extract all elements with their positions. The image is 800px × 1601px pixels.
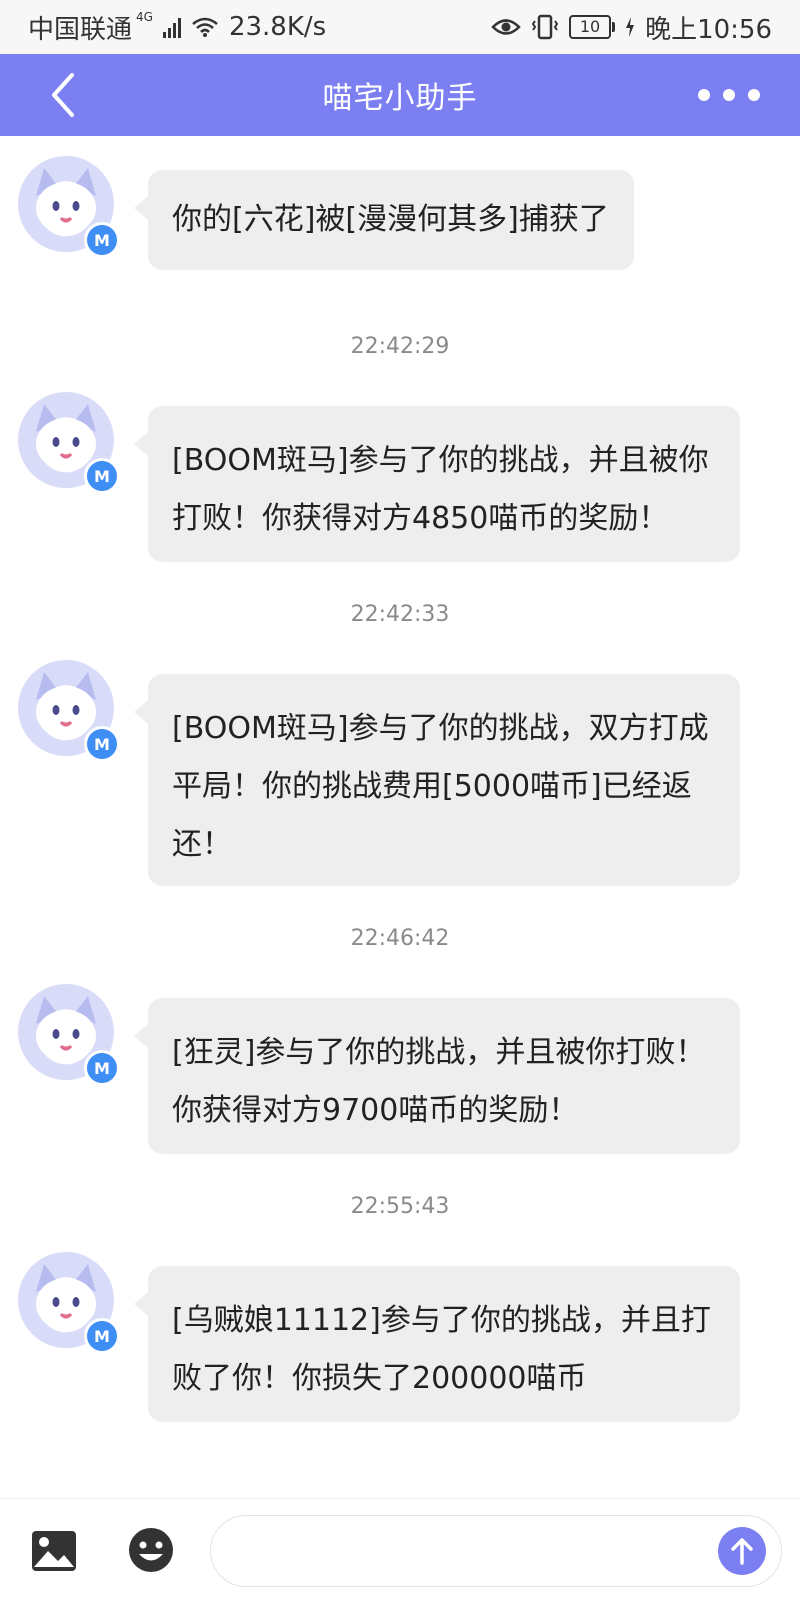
page-title: 喵宅小助手 bbox=[322, 81, 478, 116]
network-type: 4G bbox=[136, 10, 153, 24]
chat-header: 喵宅小助手 bbox=[0, 54, 800, 136]
message-bubble: [乌贼娘11112]参与了你的挑战，并且打败了你！你损失了200000喵币 bbox=[134, 1266, 740, 1422]
avatar[interactable]: M bbox=[18, 660, 120, 762]
m-badge: M bbox=[84, 458, 120, 494]
message-bubble: [狂灵]参与了你的挑战，并且被你打败！你获得对方9700喵币的奖励！ bbox=[134, 998, 740, 1154]
m-badge: M bbox=[84, 1050, 120, 1086]
status-bar: 中国联通 4G 23.8K/s 10 晚上10:56 bbox=[0, 0, 800, 54]
more-button[interactable] bbox=[698, 78, 760, 112]
message-bubble: [BOOM斑马]参与了你的挑战，并且被你打败！你获得对方4850喵币的奖励！ bbox=[134, 406, 740, 562]
avatar[interactable]: M bbox=[18, 1252, 120, 1354]
battery-icon: 10 bbox=[569, 15, 616, 39]
message-timestamp: 22:42:33 bbox=[350, 602, 450, 627]
m-badge: M bbox=[84, 1318, 120, 1354]
emoji-icon[interactable] bbox=[126, 1525, 176, 1575]
message-timestamp: 22:42:29 bbox=[350, 334, 450, 359]
avatar[interactable]: M bbox=[18, 156, 120, 258]
chat-list[interactable]: M 你的[六花]被[漫漫何其多]捕获了 22:42:29 M [BOOM斑马]参… bbox=[0, 136, 800, 1498]
message-timestamp: 22:55:43 bbox=[350, 1194, 450, 1219]
eye-icon bbox=[491, 19, 521, 35]
m-badge: M bbox=[84, 726, 120, 762]
message-bubble: 你的[六花]被[漫漫何其多]捕获了 bbox=[134, 170, 634, 270]
m-badge: M bbox=[84, 222, 120, 258]
back-button[interactable] bbox=[38, 70, 88, 120]
input-bar bbox=[0, 1498, 800, 1601]
vibrate-icon bbox=[531, 14, 559, 40]
message-timestamp: 22:46:42 bbox=[350, 926, 450, 951]
avatar[interactable]: M bbox=[18, 392, 120, 494]
signal-icon bbox=[162, 16, 181, 38]
battery-level: 10 bbox=[579, 17, 601, 36]
message-bubble: [BOOM斑马]参与了你的挑战，双方打成平局！你的挑战费用[5000喵币]已经返… bbox=[134, 674, 740, 886]
more-dots-icon bbox=[698, 89, 710, 101]
clock: 晚上10:56 bbox=[645, 14, 772, 45]
send-arrow-icon bbox=[731, 1538, 753, 1565]
carrier-name: 中国联通 bbox=[28, 14, 133, 45]
message-input[interactable] bbox=[210, 1515, 782, 1587]
wifi-icon bbox=[192, 17, 218, 37]
network-speed: 23.8K/s bbox=[228, 12, 327, 42]
send-button[interactable] bbox=[718, 1527, 766, 1575]
avatar[interactable]: M bbox=[18, 984, 120, 1086]
charging-icon bbox=[626, 17, 635, 37]
chevron-left-icon bbox=[52, 73, 74, 117]
image-icon[interactable] bbox=[30, 1529, 78, 1573]
